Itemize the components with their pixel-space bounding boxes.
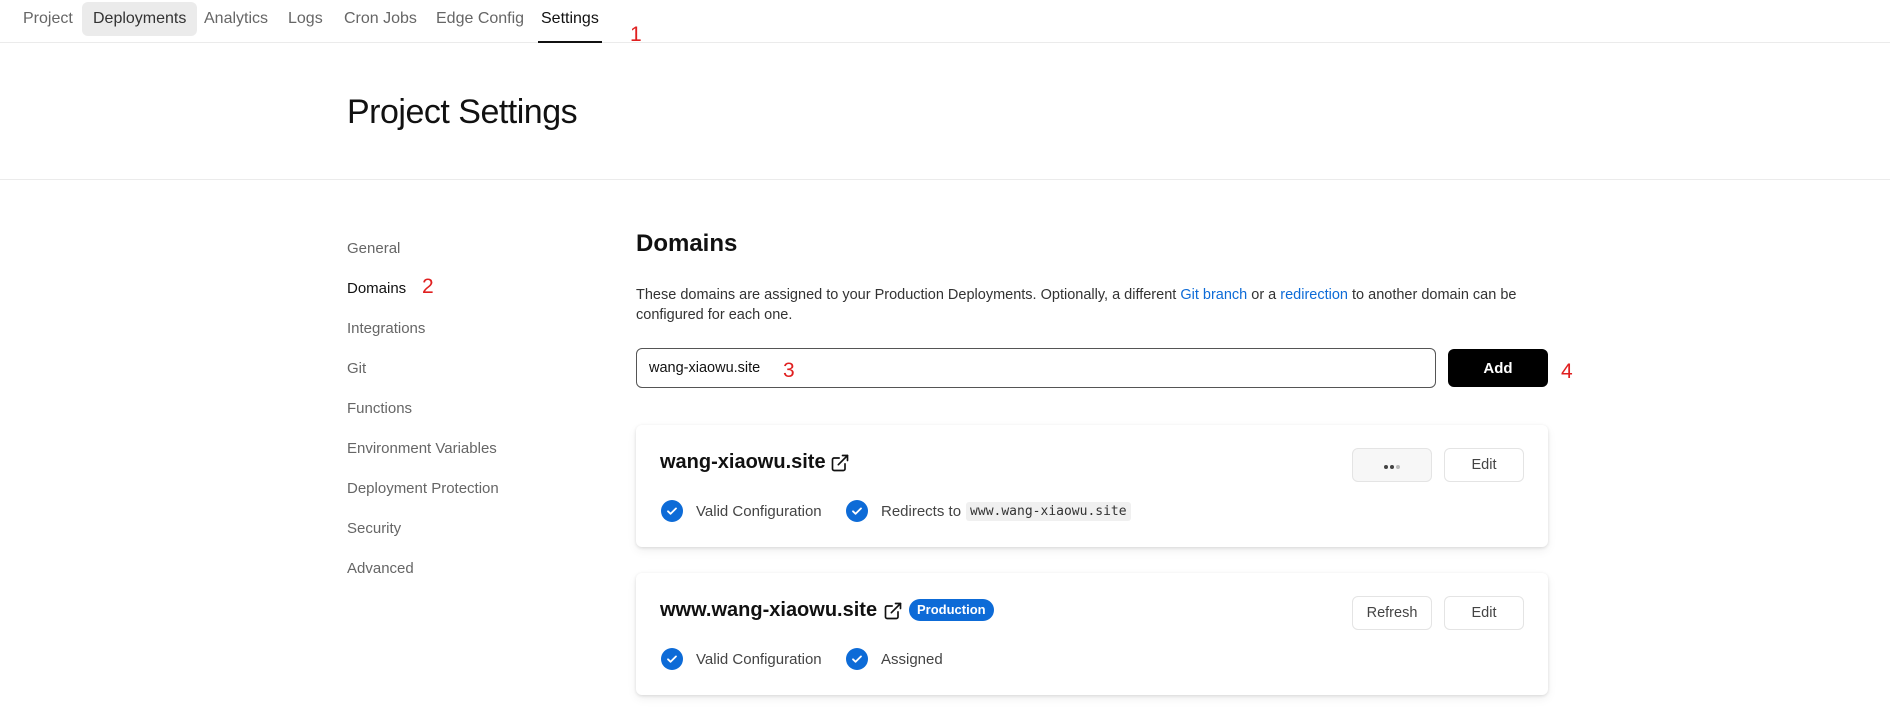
- check-circle-icon: [846, 648, 868, 670]
- domain-name: wang-xiaowu.site: [660, 451, 826, 473]
- tab-logs[interactable]: Logs: [288, 0, 323, 43]
- annotation-2: 2: [422, 275, 434, 298]
- add-domain-button[interactable]: Add: [1448, 349, 1548, 387]
- status-assigned: Assigned: [846, 648, 943, 670]
- status-label: Redirects to: [881, 502, 962, 520]
- annotation-3: 3: [783, 359, 795, 382]
- annotation-4: 4: [1561, 360, 1573, 383]
- tab-deployments[interactable]: Deployments: [82, 2, 198, 36]
- page-title: Project Settings: [347, 93, 578, 131]
- description-text-2: or a: [1247, 287, 1281, 303]
- external-link-icon[interactable]: [830, 453, 850, 473]
- annotation-1: 1: [630, 23, 642, 46]
- git-branch-link[interactable]: Git branch: [1180, 287, 1247, 303]
- tab-settings-label: Settings: [541, 10, 599, 27]
- check-circle-icon: [846, 500, 868, 522]
- refresh-button[interactable]: Refresh: [1352, 596, 1432, 630]
- more-options-button[interactable]: [1352, 448, 1432, 482]
- sidebar-item-integrations[interactable]: Integrations: [347, 320, 425, 337]
- tab-analytics[interactable]: Analytics: [204, 0, 268, 43]
- ellipsis-icon: [1384, 465, 1400, 469]
- tab-edge-config[interactable]: Edge Config: [436, 0, 524, 43]
- status-valid-configuration: Valid Configuration: [661, 648, 822, 670]
- tab-project[interactable]: Project: [23, 0, 73, 43]
- sidebar-item-security[interactable]: Security: [347, 520, 401, 537]
- sidebar-item-deployment-protection[interactable]: Deployment Protection: [347, 480, 499, 497]
- status-label: Valid Configuration: [696, 650, 822, 668]
- sidebar-item-advanced[interactable]: Advanced: [347, 560, 414, 577]
- check-circle-icon: [661, 500, 683, 522]
- tab-settings[interactable]: Settings: [538, 0, 602, 43]
- domain-card: wang-xiaowu.site Edit Valid Configuratio…: [636, 425, 1548, 547]
- sidebar-item-functions[interactable]: Functions: [347, 400, 412, 417]
- redirection-link[interactable]: redirection: [1280, 287, 1348, 303]
- top-navigation: Project Deployments Analytics Logs Cron …: [0, 0, 1890, 43]
- edit-button[interactable]: Edit: [1444, 448, 1524, 482]
- status-label: Assigned: [881, 650, 943, 668]
- redirect-target: www.wang-xiaowu.site: [966, 501, 1131, 521]
- section-title: Domains: [636, 230, 738, 257]
- page-header: [0, 43, 1890, 180]
- sidebar-item-environment-variables[interactable]: Environment Variables: [347, 440, 497, 457]
- production-badge: Production: [909, 599, 994, 621]
- external-link-icon[interactable]: [883, 601, 903, 621]
- tab-cron-jobs[interactable]: Cron Jobs: [344, 0, 417, 43]
- domain-card: www.wang-xiaowu.site Production Refresh …: [636, 573, 1548, 695]
- domain-input[interactable]: [636, 348, 1436, 388]
- domain-name: www.wang-xiaowu.site: [660, 599, 878, 621]
- status-valid-configuration: Valid Configuration: [661, 500, 822, 522]
- status-redirect: Redirects to www.wang-xiaowu.site: [846, 500, 1131, 522]
- sidebar-item-domains[interactable]: Domains: [347, 280, 406, 297]
- description-text-1: These domains are assigned to your Produ…: [636, 287, 1181, 303]
- domains-description: These domains are assigned to your Produ…: [636, 285, 1556, 325]
- sidebar-item-git[interactable]: Git: [347, 360, 366, 377]
- sidebar-item-general[interactable]: General: [347, 240, 400, 257]
- check-circle-icon: [661, 648, 683, 670]
- edit-button[interactable]: Edit: [1444, 596, 1524, 630]
- status-label: Valid Configuration: [696, 502, 822, 520]
